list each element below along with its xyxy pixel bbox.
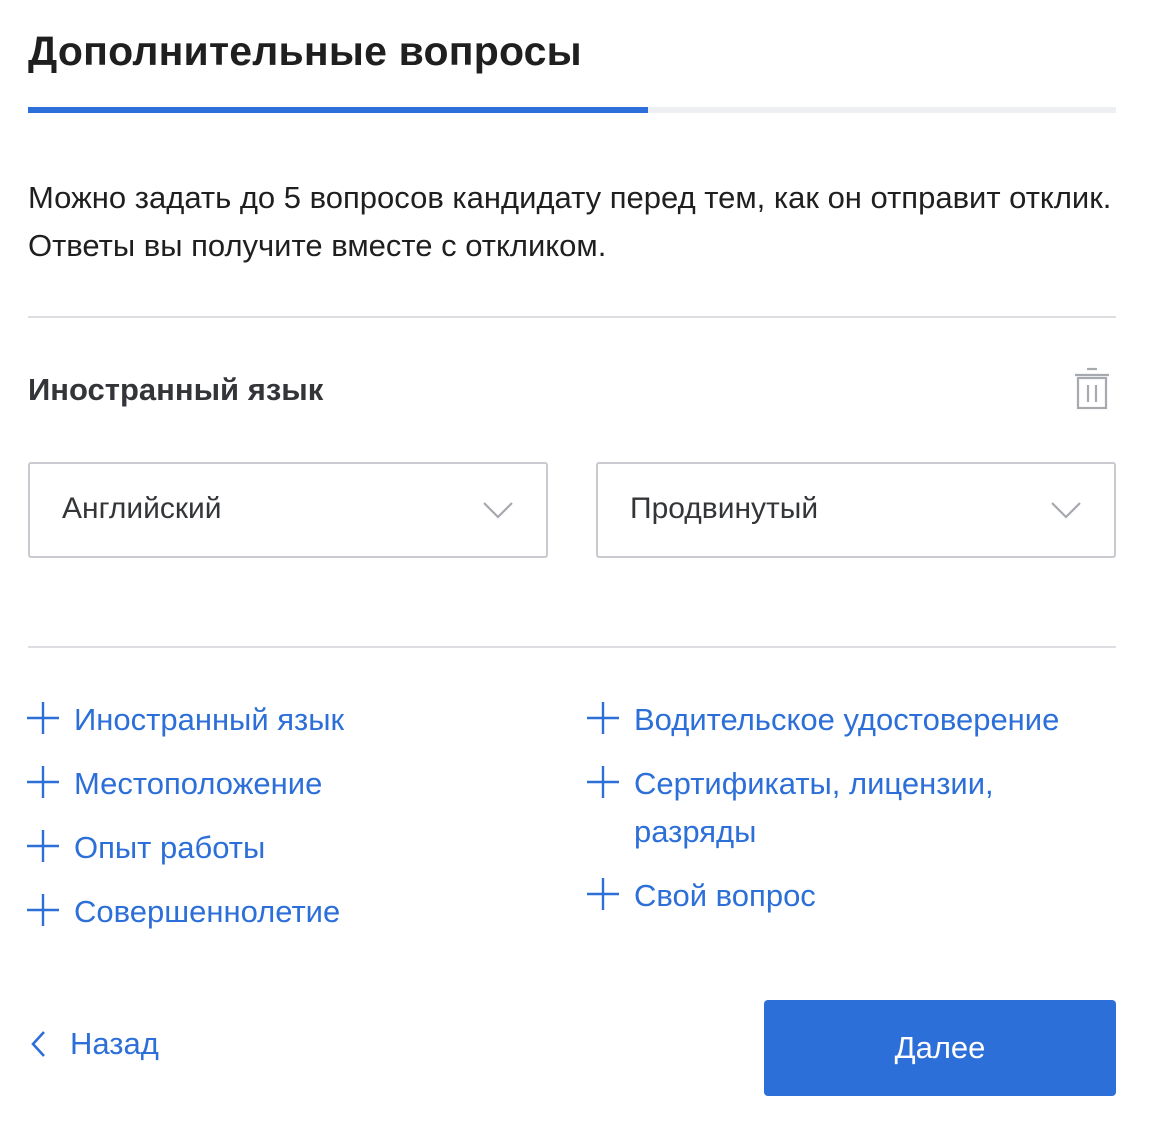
- add-driver-license-link[interactable]: Водительское удостоверение: [586, 696, 1059, 744]
- plus-icon: [27, 894, 59, 926]
- level-select-value: Продвинутый: [630, 492, 819, 525]
- page-title: Дополнительные вопросы: [28, 28, 582, 74]
- add-custom-question-link[interactable]: Свой вопрос: [586, 872, 816, 920]
- add-location-link[interactable]: Местоположение: [26, 760, 322, 808]
- language-select[interactable]: Английский: [28, 462, 548, 558]
- chevron-down-icon: [483, 502, 513, 519]
- plus-icon: [27, 702, 59, 734]
- language-select-value: Английский: [62, 492, 222, 525]
- add-option-label: Иностранный язык: [74, 702, 345, 737]
- add-foreign-language-link[interactable]: Иностранный язык: [26, 696, 344, 744]
- back-button[interactable]: Назад: [28, 1026, 159, 1062]
- divider: [28, 646, 1116, 648]
- trash-icon[interactable]: [1074, 366, 1110, 410]
- question-title: Иностранный язык: [28, 372, 324, 407]
- plus-icon: [587, 702, 619, 734]
- add-experience-link[interactable]: Опыт работы: [26, 824, 265, 872]
- progress-bar-fill: [28, 107, 649, 113]
- add-adulthood-link[interactable]: Совершеннолетие: [26, 888, 340, 936]
- description-text: Можно задать до 5 вопросов кандидату пер…: [28, 180, 1112, 263]
- add-option-label: Сертификаты, лицензии, разряды: [634, 766, 994, 849]
- chevron-down-icon: [1051, 502, 1081, 519]
- level-select[interactable]: Продвинутый: [596, 462, 1116, 558]
- plus-icon: [587, 878, 619, 910]
- add-option-label: Опыт работы: [74, 830, 266, 865]
- next-button[interactable]: Далее: [764, 1000, 1116, 1096]
- progress-bar: [28, 107, 1116, 113]
- plus-icon: [27, 830, 59, 862]
- back-label: Назад: [70, 1026, 159, 1061]
- add-option-label: Водительское удостоверение: [634, 702, 1060, 737]
- add-option-label: Совершеннолетие: [74, 894, 341, 929]
- plus-icon: [27, 766, 59, 798]
- divider: [28, 316, 1116, 318]
- add-certificates-link[interactable]: Сертификаты, лицензии, разряды: [586, 760, 1046, 856]
- add-option-label: Свой вопрос: [634, 878, 816, 913]
- chevron-left-icon: [31, 1031, 45, 1057]
- plus-icon: [587, 766, 619, 798]
- add-option-label: Местоположение: [74, 766, 323, 801]
